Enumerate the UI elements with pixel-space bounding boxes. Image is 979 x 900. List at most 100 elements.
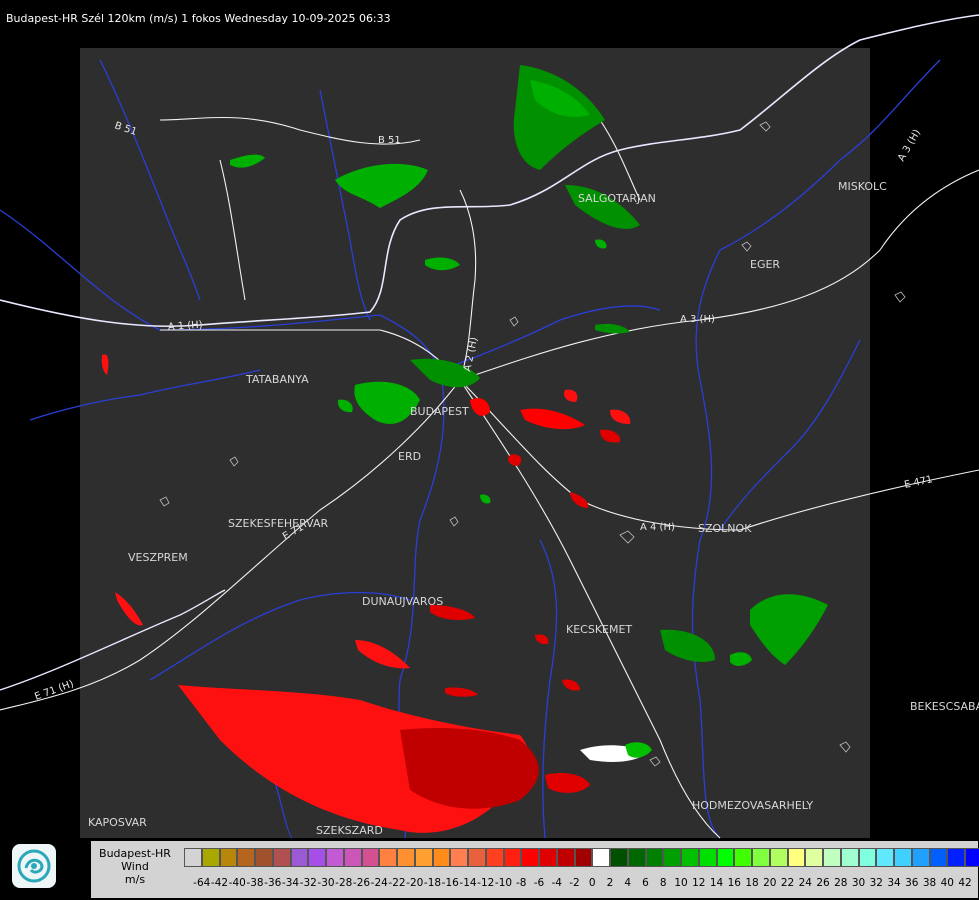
legend-tick-label: -10: [494, 877, 513, 889]
legend-tick-label: 6: [642, 877, 649, 889]
legend-tick-label: -18: [423, 877, 442, 889]
legend-tick-label: -12: [477, 877, 495, 889]
legend-swatch: [343, 848, 362, 867]
road-label: B 51: [378, 135, 401, 146]
legend-tick-label: 30: [851, 877, 866, 889]
legend-swatch: [290, 848, 309, 867]
radar-coverage-area: [80, 48, 870, 838]
city-label: EGER: [750, 258, 780, 271]
legend-swatch: [911, 848, 930, 867]
legend-swatch: [556, 848, 575, 867]
city-label: ERD: [398, 450, 421, 463]
legend-tick-label: 4: [624, 877, 632, 889]
legend-title-line: Budapest-HR: [99, 847, 171, 860]
legend-swatch: [450, 848, 468, 867]
legend-tick-label: 16: [727, 877, 741, 889]
road-label: A 3 (H): [896, 128, 923, 164]
city-label: KAPOSVAR: [88, 816, 147, 829]
legend-swatch: [645, 848, 664, 867]
legend-swatch: [769, 848, 788, 867]
legend-tick-label: -8: [516, 877, 527, 889]
city-label: BEKESCSABA: [910, 700, 979, 713]
legend-swatch: [485, 848, 504, 867]
legend-tick-label: 38: [922, 877, 937, 889]
legend-swatch: [184, 848, 202, 867]
legend-swatch: [752, 848, 770, 867]
legend-tick-label: -26: [352, 877, 371, 889]
legend-swatch: [592, 848, 610, 867]
legend-swatch: [539, 848, 557, 867]
city-label: SZEKESFEHERVAR: [228, 517, 329, 530]
legend-swatch: [308, 848, 326, 867]
legend-tick-label: 34: [887, 877, 901, 889]
city-label: SZOLNOK: [698, 522, 752, 535]
legend-swatch: [379, 848, 397, 867]
legend-swatch: [503, 848, 522, 867]
legend-swatch: [627, 848, 646, 867]
city-label: TATABANYA: [245, 373, 309, 386]
legend-tick-label: 8: [659, 877, 667, 889]
legend-tick-label: 24: [798, 877, 812, 889]
legend-title-line: m/s: [124, 873, 146, 886]
legend-tick-label: 20: [763, 877, 777, 889]
legend-swatch: [414, 848, 433, 867]
legend-tick-label: 36: [905, 877, 919, 889]
city-label: DUNAUJVAROS: [362, 595, 443, 608]
legend-swatch: [876, 848, 894, 867]
legend-swatch: [698, 848, 717, 867]
legend-swatch: [805, 848, 823, 867]
legend-swatch: [787, 848, 806, 867]
legend-tick-label: 2: [606, 877, 614, 889]
city-label: BUDAPEST: [410, 405, 469, 418]
city-label: SZEKSZARD: [316, 824, 383, 837]
map-title: Budapest-HR Szél 120km (m/s) 1 fokos Wed…: [6, 12, 391, 25]
legend-swatch: [468, 848, 486, 867]
legend-title-line: Wind: [121, 860, 149, 873]
legend-swatch: [521, 848, 539, 867]
legend-title: Budapest-HR Wind m/s: [91, 847, 179, 886]
legend-tick-label: 28: [834, 877, 848, 889]
legend-swatch: [929, 848, 948, 867]
legend-swatch: [326, 848, 344, 867]
legend-tick-label: -24: [370, 877, 388, 889]
legend-swatch: [610, 848, 628, 867]
legend-tick-label: -2: [569, 877, 580, 889]
road-label: A 3 (H): [680, 314, 715, 325]
legend-swatch: [219, 848, 238, 867]
legend-tick-label: 40: [940, 877, 954, 889]
legend-tick-label: -64: [193, 877, 211, 889]
legend-tick-label: -40: [228, 877, 246, 889]
legend-tick-label: -20: [406, 877, 424, 889]
legend-tick-label: 0: [588, 877, 596, 889]
radar-map[interactable]: SALGOTARJAN MISKOLC EGER TATABANYA BUDAP…: [0, 0, 979, 900]
legend-tick-label: -38: [246, 877, 264, 889]
legend-tick-label: -42: [210, 877, 229, 889]
legend-swatch: [716, 848, 735, 867]
legend-tick-label: -16: [441, 877, 459, 889]
legend-tick-label: 10: [674, 877, 688, 889]
legend-tick-label: 22: [780, 877, 795, 889]
city-label: MISKOLC: [838, 180, 887, 193]
legend-tick-label: -4: [551, 877, 562, 889]
road-label: A 4 (H): [640, 522, 675, 533]
legend-tick-label: -14: [459, 877, 477, 889]
legend-swatch: [201, 848, 220, 867]
legend-tick-label: -22: [388, 877, 406, 889]
legend-tick-label: 18: [745, 877, 759, 889]
legend-swatch: [840, 848, 859, 867]
road-label: E 471: [903, 474, 933, 491]
city-label: KECSKEMET: [566, 623, 632, 636]
logo-icon: [12, 844, 56, 888]
legend-swatch: [255, 848, 273, 867]
legend-tick-label: -30: [317, 877, 335, 889]
legend-swatch: [823, 848, 841, 867]
legend-swatch: [663, 848, 681, 867]
legend-tick-label: -28: [335, 877, 353, 889]
legend-swatch: [734, 848, 752, 867]
legend-swatch: [965, 848, 979, 867]
legend-tick-label: -36: [264, 877, 282, 889]
legend-tick-label: 14: [709, 877, 724, 889]
legend-swatch: [858, 848, 877, 867]
legend-tick-label: 12: [692, 877, 706, 889]
legend-swatch: [947, 848, 965, 867]
